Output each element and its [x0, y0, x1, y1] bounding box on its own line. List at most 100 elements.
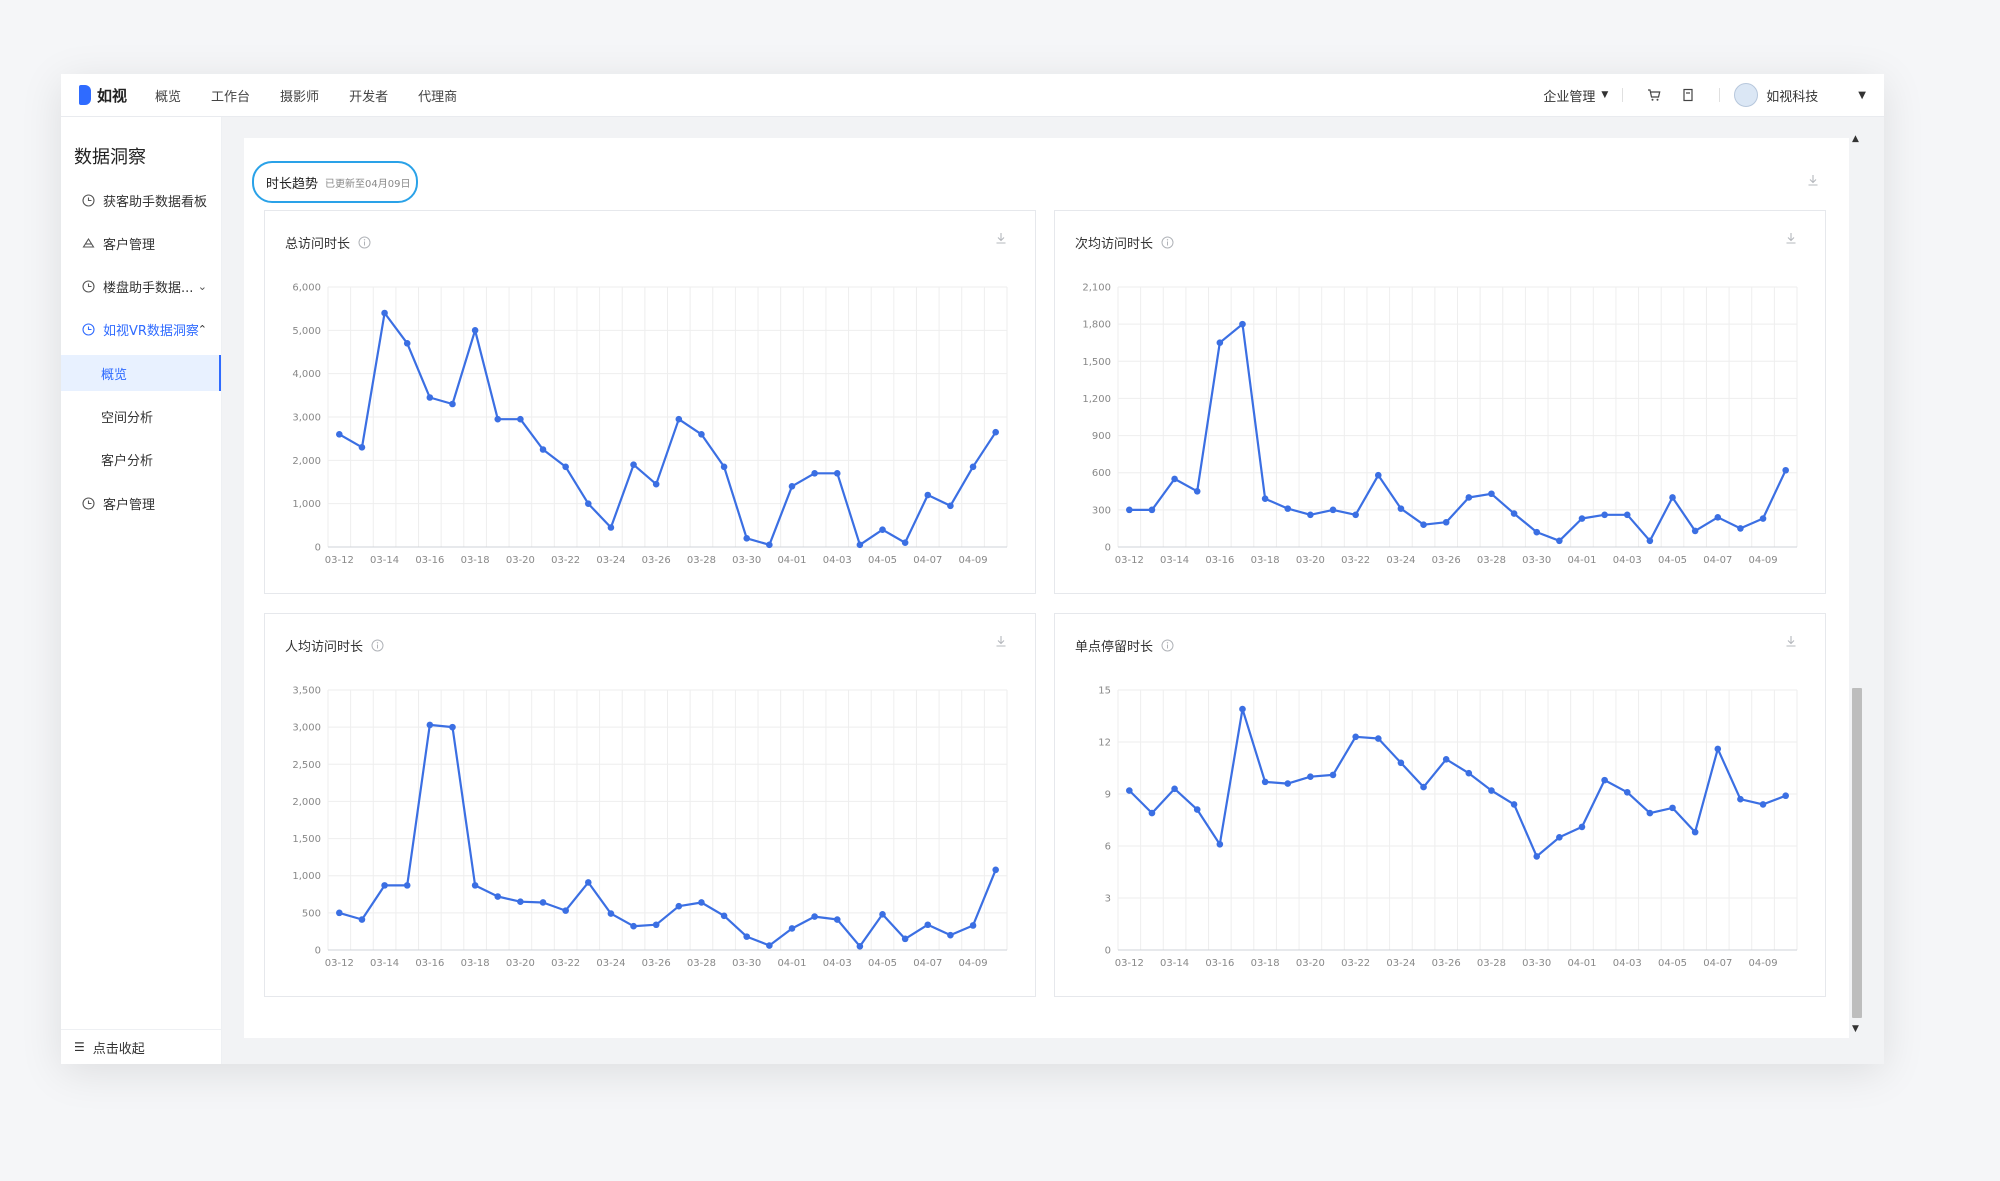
x-tick-label: 03-22 [1341, 555, 1370, 566]
chevron-up-icon: ⌃ [197, 322, 207, 336]
data-point [1442, 518, 1450, 526]
data-point [1216, 339, 1224, 347]
x-tick-label: 04-03 [1613, 555, 1642, 566]
sidebar-subitem-space-analysis[interactable]: 空间分析 [61, 398, 221, 434]
data-point [471, 882, 479, 889]
data-point [1714, 513, 1722, 521]
caret-down-icon[interactable]: ▼ [1858, 90, 1866, 101]
scroll-up-arrow[interactable]: ▲ [1852, 134, 1859, 144]
scrollbar-thumb[interactable] [1852, 688, 1862, 1018]
data-point [1193, 806, 1201, 813]
data-point [1148, 506, 1156, 514]
y-tick-label: 2,500 [292, 760, 321, 771]
x-tick-label: 03-14 [1160, 958, 1189, 969]
data-point [1737, 525, 1744, 532]
x-tick-label: 04-09 [1749, 958, 1778, 969]
data-point [901, 539, 909, 546]
y-tick-label: 1,000 [292, 871, 321, 882]
chart-icon [81, 279, 95, 293]
sidebar-item-vr-insights[interactable]: 如视VR数据洞察 ⌃ [61, 309, 221, 349]
sidebar-subitem-customer-analysis[interactable]: 客户分析 [61, 441, 221, 477]
caret-down-icon: ▼ [1601, 90, 1609, 100]
sidebar-item-lead-dashboard[interactable]: 获客助手数据看板 [61, 180, 221, 220]
nav-overview[interactable]: 概览 [155, 86, 181, 105]
data-point [630, 922, 637, 930]
chevron-down-icon: ⌄ [197, 279, 207, 293]
document-icon[interactable] [1679, 86, 1697, 104]
top-right-tools: 企业管理 ▼ 如视科技 ▼ [1543, 74, 1884, 116]
data-point [1374, 735, 1382, 742]
data-point [1646, 809, 1654, 817]
x-tick-label: 03-28 [687, 555, 716, 566]
user-name[interactable]: 如视科技 [1766, 86, 1818, 105]
data-point [584, 879, 592, 886]
y-tick-label: 0 [315, 543, 321, 554]
x-tick-label: 03-24 [1386, 958, 1415, 969]
top-navbar: 如视 概览 工作台 摄影师 开发者 代理商 企业管理 ▼ 如视科技 ▼ [61, 74, 1884, 117]
sidebar-item-property-dashboard[interactable]: 楼盘助手数据... ⌄ [61, 266, 221, 306]
line-chart: 0 300 600 900 1,200 1,500 1,800 2,100 03-12 03-14… [1082, 283, 1798, 566]
chart-icon [81, 193, 95, 207]
data-point [426, 394, 434, 401]
logo[interactable]: 如视 [79, 85, 127, 106]
scroll-down-arrow[interactable]: ▼ [1852, 1024, 1859, 1034]
data-point [381, 309, 388, 317]
y-tick-label: 600 [1092, 468, 1111, 479]
sidebar-item-label: 客户管理 [103, 237, 156, 253]
chart-icon [81, 322, 95, 336]
y-tick-label: 1,500 [292, 834, 321, 845]
data-point [1488, 490, 1495, 498]
data-point [1171, 475, 1178, 483]
org-management-menu[interactable]: 企业管理 ▼ [1543, 86, 1608, 105]
download-icon[interactable] [1807, 171, 1819, 190]
y-tick-label: 6 [1105, 842, 1111, 853]
data-point [1533, 528, 1541, 536]
data-point [1488, 787, 1495, 794]
data-point [1442, 756, 1450, 763]
sidebar-item-customer-management[interactable]: 客户管理 [61, 223, 221, 263]
data-point [1737, 795, 1744, 803]
data-point [811, 470, 818, 477]
line-chart: 0 1,000 2,000 3,000 4,000 5,000 6,000 03-12 03-1… [292, 283, 1008, 566]
data-point [879, 911, 886, 918]
x-tick-label: 03-12 [325, 958, 354, 969]
x-tick-label: 03-16 [415, 958, 444, 969]
collapse-sidebar-button[interactable]: ☰ 点击收起 [61, 1029, 221, 1064]
data-point [1397, 759, 1405, 767]
data-point [901, 935, 909, 943]
data-point [1420, 783, 1427, 791]
data-point [1397, 505, 1405, 512]
sidebar-title: 数据洞察 [74, 147, 146, 168]
x-tick-label: 03-22 [551, 958, 580, 969]
nav-workbench[interactable]: 工作台 [211, 86, 250, 105]
nav-photographer[interactable]: 摄影师 [280, 86, 319, 105]
y-tick-label: 3,500 [292, 686, 321, 697]
data-point [766, 541, 773, 549]
y-tick-label: 3 [1105, 894, 1111, 905]
x-tick-label: 03-12 [325, 555, 354, 566]
y-tick-label: 9 [1105, 790, 1111, 801]
nav-developer[interactable]: 开发者 [349, 86, 388, 105]
x-tick-label: 04-05 [1658, 958, 1687, 969]
data-point [426, 721, 434, 729]
x-tick-label: 04-09 [959, 555, 988, 566]
data-point [675, 902, 683, 910]
sidebar-item-label: 楼盘助手数据... [103, 280, 194, 296]
x-tick-label: 03-18 [1251, 555, 1280, 566]
sidebar-item-customer-management-2[interactable]: 客户管理 [61, 483, 221, 523]
x-tick-label: 04-05 [868, 958, 897, 969]
avatar[interactable] [1734, 83, 1759, 107]
data-point [969, 463, 977, 471]
sidebar-subitem-overview[interactable]: 概览 [61, 355, 221, 391]
nav-agent[interactable]: 代理商 [418, 86, 457, 105]
data-point [992, 866, 999, 874]
x-tick-label: 04-01 [1567, 555, 1596, 566]
cart-icon[interactable] [1645, 86, 1663, 104]
x-tick-label: 03-24 [596, 555, 625, 566]
x-tick-label: 03-30 [732, 958, 761, 969]
x-tick-label: 03-20 [1296, 958, 1325, 969]
y-tick-label: 1,500 [1082, 357, 1111, 368]
data-point [1329, 771, 1337, 779]
x-tick-label: 04-07 [913, 958, 942, 969]
x-tick-label: 03-18 [1251, 958, 1280, 969]
